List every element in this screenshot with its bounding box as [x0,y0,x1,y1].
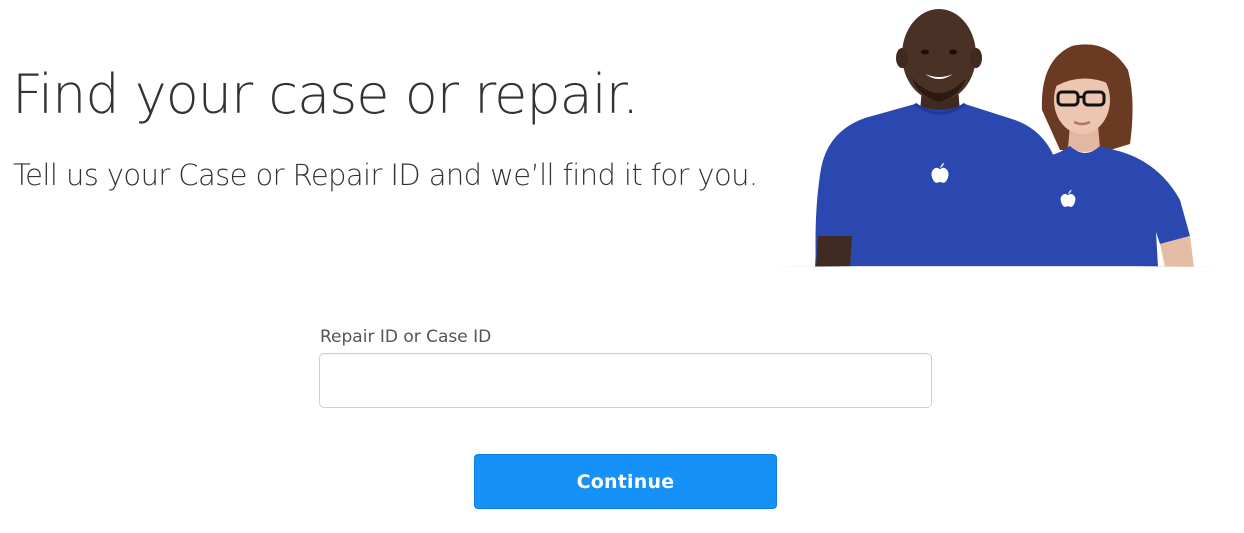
repair-id-label: Repair ID or Case ID [320,327,492,347]
hero-divider [770,266,1225,267]
hero-image [815,9,1194,267]
page-title: Find your case or repair. [12,63,639,126]
page: Find your case or repair. Tell us your C… [0,0,1244,533]
repair-id-input[interactable] [319,353,932,409]
repair-id-form: Repair ID or Case ID [319,327,932,409]
page-subtitle: Tell us your Case or Repair ID and we’ll… [13,158,758,192]
continue-button[interactable]: Continue [474,454,777,509]
